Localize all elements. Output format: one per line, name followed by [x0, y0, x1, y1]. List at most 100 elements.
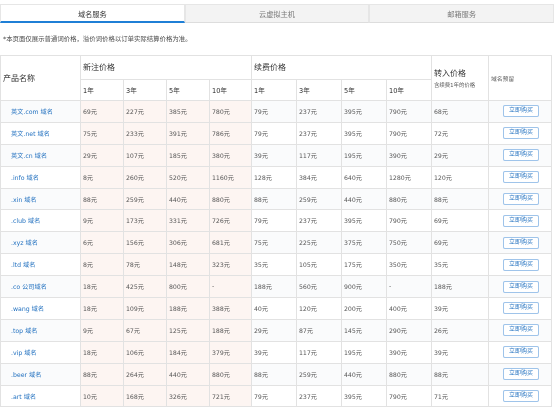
buy-now-button[interactable]: 立即购买: [502, 390, 539, 403]
transfer-price-cell: 71元: [431, 384, 489, 408]
renew-price-cell: 790元: [386, 209, 432, 233]
table-row: .ltd 域名 8元 78元 148元 323元 35元 105元 175元 350元 35元 立即…: [0, 253, 552, 277]
buy-now-button[interactable]: 立即购买: [502, 258, 539, 271]
register-price-cell: 425元: [123, 275, 167, 299]
register-price-cell: 1160元: [209, 165, 252, 189]
renew-price-cell: 188元: [251, 275, 297, 299]
renew-price-cell: 79元: [251, 100, 297, 123]
price-table-wrapper: 产品名称 新注价格 续费价格 转入价格 含续费1年的价格 域名预留 1年 3年 …: [0, 55, 552, 408]
renew-price-cell: 390元: [386, 340, 432, 364]
register-price-cell: 109元: [123, 297, 167, 320]
buy-now-button[interactable]: 立即购买: [502, 324, 539, 337]
renew-price-cell: 39元: [251, 143, 297, 167]
renew-price-cell: 880元: [386, 187, 432, 211]
product-name-cell[interactable]: .xin 域名: [0, 187, 81, 211]
renew-price-cell: 40元: [251, 297, 297, 320]
product-name-cell[interactable]: .top 域名: [0, 318, 81, 342]
action-cell: 立即购买: [488, 121, 552, 145]
renew-price-cell: 440元: [341, 362, 387, 386]
buy-now-button[interactable]: 立即购买: [502, 346, 539, 359]
price-table-body: 英文.com 域名 69元 227元 385元 780元 79元 237元 395元 790元 6…: [0, 100, 552, 408]
buy-now-button[interactable]: 立即购买: [502, 149, 539, 162]
product-name-cell[interactable]: 英文.net 域名: [0, 121, 81, 145]
product-name-header: 产品名称: [0, 55, 81, 101]
buy-now-button[interactable]: 立即购买: [502, 171, 539, 184]
product-name-cell[interactable]: .art 域名: [0, 384, 81, 408]
table-row: .xin 域名 88元 259元 440元 880元 88元 259元 440元 880元 88元…: [0, 187, 552, 211]
register-price-cell: 88元: [80, 187, 124, 211]
renew-price-cell: 79元: [251, 121, 297, 145]
renew-price-cell: 79元: [251, 384, 297, 408]
renew-price-cell: 39元: [251, 340, 297, 364]
transfer-price-cell: 26元: [431, 318, 489, 342]
register-price-cell: 18元: [80, 297, 124, 320]
tab-mail-service[interactable]: 邮箱服务: [369, 4, 554, 23]
renew-price-cell: 105元: [296, 253, 342, 277]
renew-price-cell: 88元: [251, 362, 297, 386]
action-cell: 立即购买: [488, 143, 552, 167]
buy-now-button[interactable]: 立即购买: [502, 368, 539, 381]
renew-price-cell: 395元: [341, 384, 387, 408]
renew-price-cell: 390元: [386, 143, 432, 167]
renew-price-cell: 117元: [296, 143, 342, 167]
renew-price-cell: 87元: [296, 318, 342, 342]
product-name-cell[interactable]: .wang 域名: [0, 297, 81, 320]
product-name-cell[interactable]: 英文.cn 域名: [0, 143, 81, 167]
transfer-price-cell: 39元: [431, 297, 489, 320]
buy-now-button[interactable]: 立即购买: [502, 214, 539, 227]
register-price-cell: 880元: [209, 187, 252, 211]
table-row: .info 域名 8元 260元 520元 1160元 128元 384元 640元 1280元…: [0, 165, 552, 189]
product-name-cell[interactable]: .club 域名: [0, 209, 81, 233]
product-name-cell[interactable]: .beer 域名: [0, 362, 81, 386]
buy-now-button[interactable]: 立即购买: [502, 302, 539, 315]
register-price-cell: 29元: [80, 143, 124, 167]
renew-price-cell: 440元: [341, 187, 387, 211]
register-price-cell: 681元: [209, 231, 252, 255]
renew-price-cell: 384元: [296, 165, 342, 189]
table-row: .beer 域名 88元 264元 440元 880元 88元 259元 440元 880元 88…: [0, 362, 552, 386]
renew-price-cell: 79元: [251, 209, 297, 233]
buy-now-button[interactable]: 立即购买: [502, 193, 539, 205]
register-price-cell: 188元: [209, 318, 252, 342]
tab-virtual-host[interactable]: 云虚拟主机: [184, 4, 370, 23]
product-name-cell[interactable]: .co 公司域名: [0, 275, 81, 299]
register-price-cell: 148元: [166, 253, 210, 277]
renew-price-cell: 790元: [386, 100, 432, 123]
transfer-price-cell: 69元: [431, 209, 489, 233]
renew-price-cell: 128元: [251, 165, 297, 189]
renew-price-cell: 880元: [386, 362, 432, 386]
register-price-cell: 227元: [123, 100, 167, 123]
product-name-cell[interactable]: .vip 域名: [0, 340, 81, 364]
table-row: 英文.net 域名 75元 233元 391元 786元 79元 237元 395元 790元 7…: [0, 121, 552, 145]
transfer-price-cell: 88元: [431, 187, 489, 211]
register-price-cell: 259元: [123, 187, 167, 211]
tab-domain-service[interactable]: 域名服务: [0, 4, 185, 23]
product-name-cell[interactable]: .info 域名: [0, 165, 81, 189]
action-cell: 立即购买: [488, 362, 552, 386]
price-notice: *本页面仅展示普通词价格，溢价词价格以订单实际结算价格为准。: [3, 35, 192, 43]
renew-price-cell: 750元: [386, 231, 432, 255]
year-header: 5年: [341, 79, 387, 101]
renew-price-cell: 395元: [341, 100, 387, 123]
transfer-price-cell: 69元: [431, 231, 489, 255]
action-cell: 立即购买: [488, 100, 552, 123]
register-price-cell: 786元: [209, 121, 252, 145]
register-price-cell: 75元: [80, 121, 124, 145]
buy-now-button[interactable]: 立即购买: [502, 236, 539, 249]
table-row: .xyz 域名 6元 156元 306元 681元 75元 225元 375元 750元 69元立…: [0, 231, 552, 255]
product-name-cell[interactable]: 英文.com 域名: [0, 100, 81, 123]
table-row: .co 公司域名 18元 425元 800元 -188元 560元 900元 -188元 立即购…: [0, 275, 552, 299]
renew-price-cell: 120元: [296, 297, 342, 320]
product-name-cell[interactable]: .ltd 域名: [0, 253, 81, 277]
product-name-cell[interactable]: .xyz 域名: [0, 231, 81, 255]
buy-now-button[interactable]: 立即购买: [502, 127, 539, 140]
table-row: .wang 域名 18元 109元 188元 388元 40元 120元 200元 400元 39…: [0, 297, 552, 320]
renew-price-cell: 375元: [341, 231, 387, 255]
year-header: 3年: [296, 79, 342, 101]
year-header: 10年: [386, 79, 432, 101]
buy-now-button[interactable]: 立即购买: [502, 105, 539, 118]
register-price-cell: 440元: [166, 362, 210, 386]
buy-now-button[interactable]: 立即购买: [502, 280, 539, 293]
renew-price-cell: 200元: [341, 297, 387, 320]
action-cell: 立即购买: [488, 209, 552, 233]
